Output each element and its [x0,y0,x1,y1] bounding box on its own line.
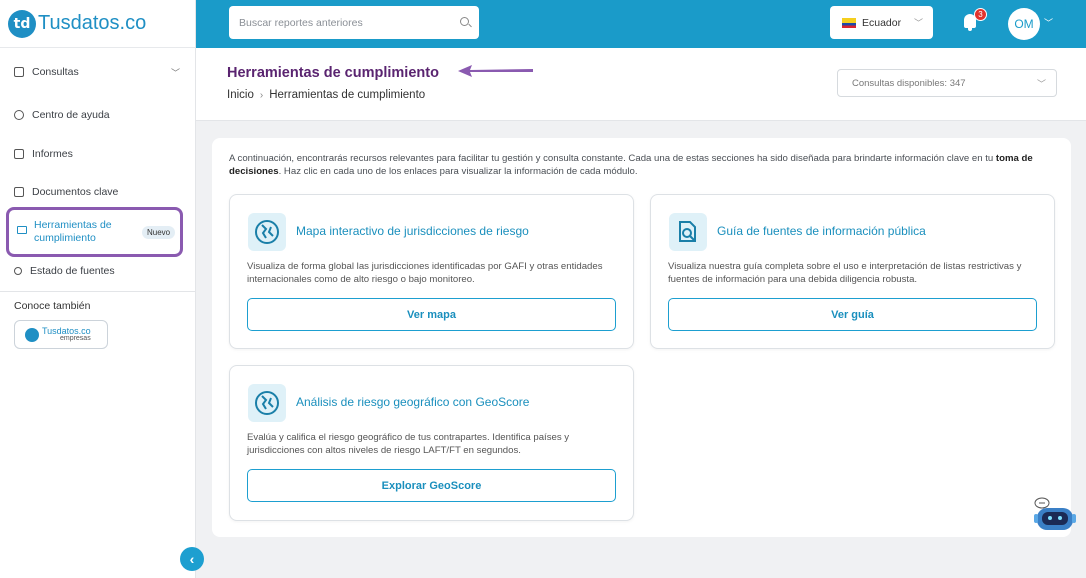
sidebar-item-label: Documentos clave [32,186,119,198]
empresas-sub: empresas [59,334,91,342]
breadcrumb-home[interactable]: Inicio [227,89,254,101]
consultas-disponibles-select[interactable]: Consultas disponibles: 347 ﹀ [837,69,1057,97]
sidebar-item-label: Estado de fuentes [30,265,115,277]
topbar: Ecuador ﹀ 3 OM ﹀ [196,0,1086,48]
tools-panel: A continuación, encontrarás recursos rel… [212,138,1071,537]
tool-card-geoscore: Análisis de riesgo geográfico con GeoSco… [229,365,634,521]
tool-title: Análisis de riesgo geográfico con GeoSco… [296,395,530,409]
chevron-down-icon: ﹀ [170,67,180,78]
search-box[interactable] [229,6,479,39]
tool-description: Visualiza nuestra guía completa sobre el… [668,261,1022,285]
broadcast-icon [14,267,22,275]
collapse-sidebar-button[interactable]: ‹ [180,547,204,571]
search-document-icon [14,67,24,77]
sidebar-item-informes[interactable]: Informes [14,148,184,160]
avatar[interactable]: OM [1008,8,1040,40]
sidebar-divider [0,291,196,292]
breadcrumb-current: Herramientas de cumplimiento [269,89,426,101]
explorar-geoscore-button[interactable]: Explorar GeoScore [247,469,616,502]
ecuador-flag-icon [842,17,856,28]
folder-icon [17,226,27,234]
tool-title: Mapa interactivo de jurisdicciones de ri… [296,224,529,238]
sidebar-item-centro-ayuda[interactable]: Centro de ayuda [14,109,184,121]
country-select[interactable]: Ecuador ﹀ [830,6,933,39]
tool-card-mapa: Mapa interactivo de jurisdicciones de ri… [229,194,634,349]
sidebar-item-estado-fuentes[interactable]: Estado de fuentes [14,265,184,277]
headset-icon [14,110,24,120]
empresas-text: Tusdatos.co empresas [42,326,91,343]
page-header: Herramientas de cumplimiento Inicio › Herr… [196,48,1086,121]
globe-icon [248,213,286,251]
chevron-down-icon: ﹀ [913,18,923,28]
logo-mark-icon: td [8,9,36,38]
brand-name: Tusdatos.co [38,12,147,34]
archive-icon [14,187,24,197]
tool-description: Visualiza de forma global las jurisdicci… [247,261,603,285]
breadcrumb: Inicio › Herramientas de cumplimiento [227,89,425,101]
consultas-label: Consultas disponibles: 347 [852,77,966,89]
chatbot-icon[interactable] [1033,497,1077,531]
sidebar-item-label: Consultas [32,66,79,78]
sidebar-item-label: Centro de ayuda [32,109,110,121]
chevron-right-icon: › [259,90,264,101]
also-title: Conoce también [14,300,91,312]
sidebar-item-label: Informes [32,148,73,160]
chevron-down-icon: ﹀ [1036,78,1046,89]
search-input[interactable] [239,16,449,29]
brand-logo[interactable]: td Tusdatos.co [0,0,195,48]
sidebar-item-label: Herramientas de cumplimiento [34,219,112,244]
chevron-down-icon[interactable]: ﹀ [1044,16,1053,29]
ver-mapa-button[interactable]: Ver mapa [247,298,616,331]
page-title: Herramientas de cumplimiento [227,65,439,81]
ver-guia-button[interactable]: Ver guía [668,298,1037,331]
empresas-link[interactable]: Tusdatos.co empresas [14,320,108,349]
tool-description: Evalúa y califica el riesgo geográfico d… [247,432,570,456]
intro-text: A continuación, encontrarás recursos rel… [229,153,1049,178]
notification-badge: 3 [974,8,987,21]
document-search-icon [669,213,707,251]
new-badge: Nuevo [142,226,176,239]
arrow-left-icon [458,65,533,77]
sidebar-item-documentos-clave[interactable]: Documentos clave [14,186,184,198]
intro-part2: . Haz clic en cada uno de los enlaces pa… [278,165,638,177]
country-label: Ecuador [862,16,902,29]
empresas-logo-icon [25,327,39,342]
sidebar: td Tusdatos.co Consultas ﹀ Centro de ayu… [0,0,196,578]
tool-card-guia: Guía de fuentes de información pública V… [650,194,1055,349]
document-icon [14,149,24,159]
search-icon[interactable] [460,17,469,26]
sidebar-item-consultas[interactable]: Consultas ﹀ [14,66,184,78]
intro-part1: A continuación, encontrarás recursos rel… [229,153,996,164]
globe-icon [248,384,286,422]
tool-title: Guía de fuentes de información pública [717,224,926,238]
